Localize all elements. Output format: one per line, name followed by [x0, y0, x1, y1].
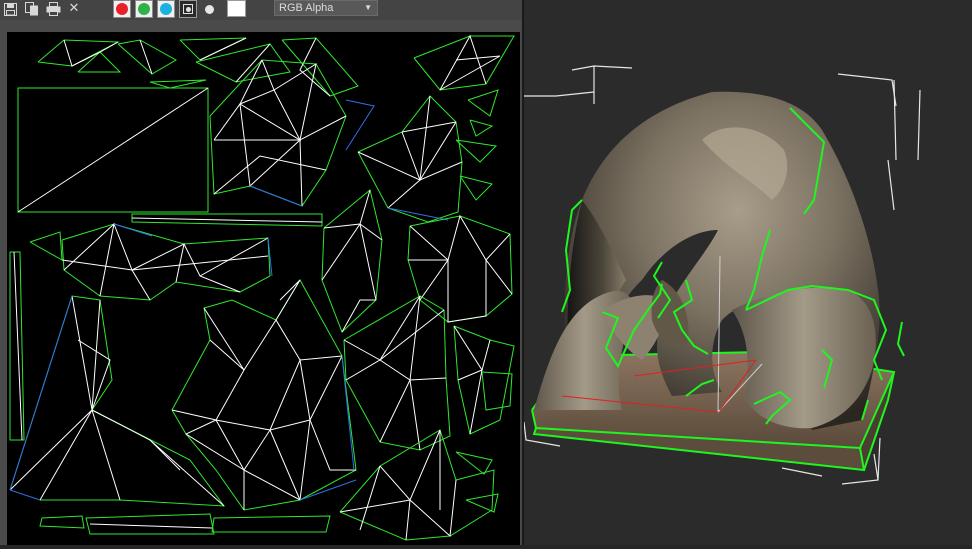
color-swatch[interactable]	[227, 0, 246, 17]
green-channel-icon[interactable]	[135, 0, 153, 18]
channel-dropdown[interactable]: RGB Alpha ▼	[274, 0, 378, 16]
uv-island	[171, 278, 357, 511]
uv-editor-toolbar: ✕ RGB Alpha ▼	[0, 0, 522, 20]
mono-channel-icon[interactable]	[200, 0, 218, 18]
viewport-scene	[522, 65, 921, 485]
panel-divider	[522, 0, 524, 545]
uv-island-wires	[63, 34, 501, 97]
uv-island	[455, 451, 499, 513]
red-channel-icon[interactable]	[113, 0, 131, 18]
uv-island	[9, 213, 331, 535]
dropdown-arrow-icon: ▼	[364, 3, 372, 12]
uv-island	[9, 295, 226, 507]
blue-channel-icon[interactable]	[157, 0, 175, 18]
uv-island	[339, 429, 495, 541]
channel-dropdown-value: RGB Alpha	[279, 2, 334, 14]
print-icon[interactable]	[44, 0, 62, 18]
uv-island	[343, 295, 451, 451]
alpha-channel-icon[interactable]	[179, 0, 197, 18]
uv-island	[407, 215, 513, 323]
copy-icon[interactable]	[23, 0, 41, 18]
uv-island	[209, 59, 347, 207]
uv-island	[321, 189, 383, 333]
save-icon[interactable]	[1, 0, 19, 18]
uv-canvas[interactable]	[7, 32, 520, 545]
uv-island	[453, 325, 515, 435]
perspective-viewport[interactable]	[522, 0, 972, 545]
uv-island	[455, 89, 499, 201]
close-icon[interactable]: ✕	[65, 0, 83, 18]
uv-editor-panel: ✕ RGB Alpha ▼	[0, 0, 522, 545]
